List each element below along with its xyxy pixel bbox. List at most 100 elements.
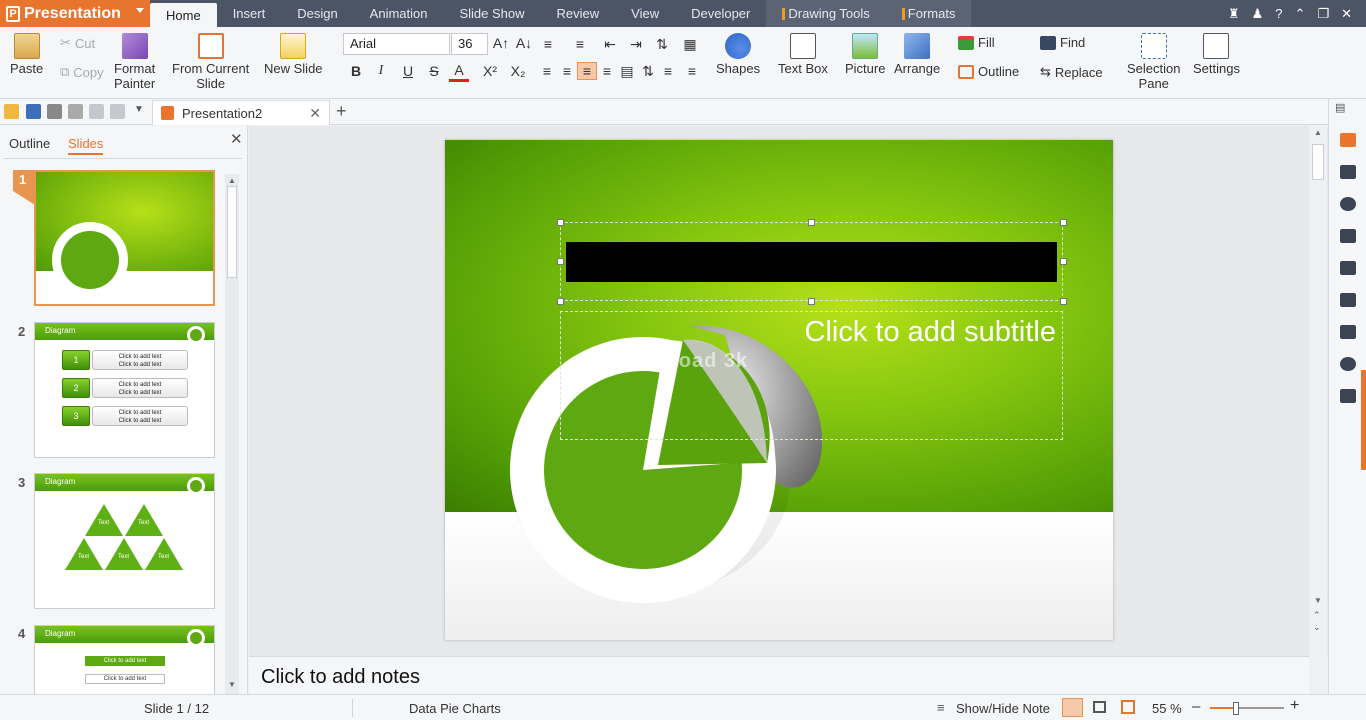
previous-slide-icon[interactable]: ⌃ <box>1313 610 1321 621</box>
next-slide-icon[interactable]: ⌄ <box>1313 622 1321 633</box>
arrange-button[interactable]: Arrange <box>894 33 940 76</box>
scroll-up-icon[interactable]: ▲ <box>228 176 236 185</box>
help-icon[interactable]: ? <box>1275 6 1282 21</box>
close-tab-icon[interactable]: ✕ <box>309 105 321 122</box>
align-left-icon[interactable]: ≡ <box>537 63 557 79</box>
tab-home[interactable]: Home <box>150 3 217 27</box>
increase-indent-icon[interactable]: ⇥ <box>626 36 646 53</box>
slide-thumbnail-2[interactable]: Diagram 1 Click to add text Click to add… <box>34 322 215 458</box>
properties-icon[interactable] <box>1340 325 1356 339</box>
paste-button[interactable]: Paste <box>10 33 43 76</box>
tab-insert[interactable]: Insert <box>217 0 282 27</box>
tab-design[interactable]: Design <box>281 0 353 27</box>
theme-icon[interactable] <box>1340 197 1356 211</box>
backup-icon[interactable] <box>1340 389 1356 403</box>
restore-window-icon[interactable]: ❐ <box>1317 6 1329 22</box>
skin-icon[interactable]: ♜ <box>1228 6 1240 22</box>
layout-icon[interactable] <box>1340 165 1356 179</box>
distribute-icon[interactable]: ▤ <box>617 63 637 80</box>
user-icon[interactable]: ♟ <box>1252 6 1264 22</box>
font-color-button[interactable]: A <box>449 62 469 82</box>
shrink-font-icon[interactable]: A↓ <box>514 35 534 51</box>
subscript-button[interactable]: X₂ <box>508 63 528 79</box>
resize-handle[interactable] <box>808 219 815 226</box>
fill-button[interactable]: Fill <box>958 35 995 50</box>
tab-slides[interactable]: Slides <box>68 136 104 155</box>
tab-developer[interactable]: Developer <box>675 0 766 27</box>
align-center-icon[interactable]: ≡ <box>557 63 577 79</box>
scroll-up-icon[interactable]: ▲ <box>1314 128 1322 137</box>
resize-handle[interactable] <box>808 298 815 305</box>
new-slide-button[interactable]: New Slide <box>264 33 323 76</box>
app-menu-button[interactable]: P Presentation <box>0 0 150 27</box>
superscript-button[interactable]: X² <box>480 63 500 79</box>
tab-view[interactable]: View <box>615 0 675 27</box>
justify-icon[interactable]: ≡ <box>597 63 617 79</box>
line-spacing-icon[interactable]: ⇅ <box>638 63 658 80</box>
resize-handle[interactable] <box>557 219 564 226</box>
shapes-button[interactable]: Shapes <box>716 33 760 76</box>
font-family-select[interactable]: Arial <box>343 33 450 55</box>
slide-thumbnail-1[interactable] <box>34 170 215 306</box>
collapse-ribbon-icon[interactable]: ⌃ <box>1295 6 1306 22</box>
text-direction-icon[interactable]: ⇅ <box>652 36 672 53</box>
slide-canvas[interactable]: Click to add subtitle download 3k <box>445 140 1113 640</box>
undo-icon[interactable] <box>89 104 104 119</box>
paragraph-spacing-icon[interactable]: ≡ <box>682 63 702 79</box>
slide-thumbnail-4[interactable]: Diagram Click to add text Click to add t… <box>34 625 215 694</box>
close-panel-icon[interactable]: ✕ <box>230 130 243 148</box>
tab-formats[interactable]: Formats <box>885 0 972 27</box>
resize-handle[interactable] <box>1060 219 1067 226</box>
slide-scrollbar[interactable]: ▲ ▼ ⌃ ⌄ <box>1309 126 1327 656</box>
copy-button[interactable]: ⧉ Copy <box>60 64 104 80</box>
strikethrough-button[interactable]: S <box>424 63 444 79</box>
document-tab[interactable]: Presentation2 ✕ <box>152 100 330 125</box>
picture-button[interactable]: Picture <box>845 33 885 76</box>
scroll-down-icon[interactable]: ▼ <box>1314 596 1322 605</box>
settings-button[interactable]: Settings <box>1193 33 1240 76</box>
pane-toggle-icon[interactable]: ▤ <box>1335 101 1345 114</box>
slides-scrollbar[interactable]: ▲ ▼ <box>225 174 239 694</box>
resize-handle[interactable] <box>557 258 564 265</box>
format-painter-button[interactable]: Format Painter <box>114 33 155 91</box>
subtitle-placeholder[interactable]: Click to add subtitle <box>560 316 1056 349</box>
italic-button[interactable]: I <box>371 63 391 79</box>
tab-slide-show[interactable]: Slide Show <box>443 0 540 27</box>
scrollbar-thumb[interactable] <box>227 186 237 278</box>
notes-placeholder[interactable]: Click to add notes <box>261 666 420 689</box>
notes-pane[interactable]: Click to add notes <box>249 656 1309 694</box>
slide-thumbnail-3[interactable]: Diagram Text Text Text Text Text <box>34 473 215 609</box>
slide-master-icon[interactable] <box>1340 293 1356 307</box>
resize-handle[interactable] <box>1060 298 1067 305</box>
animation-icon[interactable] <box>1340 229 1356 243</box>
numbering-icon[interactable]: ≡ <box>570 36 590 52</box>
show-hide-note-button[interactable]: Show/Hide Note <box>956 701 1050 716</box>
tab-review[interactable]: Review <box>541 0 616 27</box>
zoom-out-icon[interactable]: – <box>1192 698 1200 715</box>
align-right-icon[interactable]: ≡ <box>577 62 597 80</box>
normal-view-button[interactable] <box>1062 698 1083 717</box>
grow-font-icon[interactable]: A↑ <box>491 35 511 51</box>
text-box-button[interactable]: Text Box <box>778 33 828 76</box>
transition-icon[interactable] <box>1340 261 1356 275</box>
tab-animation[interactable]: Animation <box>354 0 444 27</box>
new-document-icon[interactable] <box>1340 133 1356 147</box>
resize-handle[interactable] <box>1060 258 1067 265</box>
customize-chevron-icon[interactable]: ▼ <box>134 104 149 119</box>
play-slideshow-icon[interactable] <box>1121 700 1135 714</box>
scrollbar-thumb[interactable] <box>1312 144 1324 180</box>
columns-icon[interactable]: ▦ <box>680 36 700 53</box>
expand-pane-handle[interactable] <box>1361 370 1366 470</box>
find-button[interactable]: Find <box>1040 35 1085 50</box>
scroll-down-icon[interactable]: ▼ <box>228 680 236 689</box>
bold-button[interactable]: B <box>346 63 366 79</box>
slide-sorter-view-icon[interactable] <box>1093 701 1106 713</box>
selection-pane-button[interactable]: Selection Pane <box>1127 33 1180 91</box>
font-size-select[interactable]: 36 <box>451 33 488 55</box>
align-text-icon[interactable]: ≡ <box>658 63 678 79</box>
replace-button[interactable]: ⇆ Replace <box>1040 64 1103 80</box>
underline-button[interactable]: U <box>398 63 418 79</box>
zoom-in-icon[interactable]: + <box>1290 697 1299 715</box>
resize-handle[interactable] <box>557 298 564 305</box>
outline-button[interactable]: Outline <box>958 64 1019 79</box>
